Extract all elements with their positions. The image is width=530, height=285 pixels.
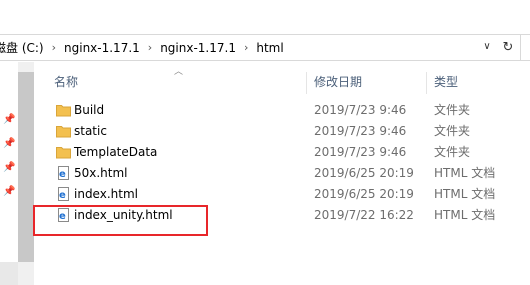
file-name: 50x.html: [74, 166, 128, 180]
file-row[interactable]: Build 2019/7/23 9:46 文件夹: [52, 100, 530, 121]
file-date: 2019/7/23 9:46: [314, 124, 407, 138]
file-type: HTML 文档: [434, 166, 496, 180]
file-name: static: [74, 124, 107, 138]
highlight-box: [33, 205, 208, 236]
file-type: HTML 文档: [434, 187, 496, 201]
folder-icon: [56, 103, 71, 117]
navigation-scrollbar-thumb[interactable]: [18, 72, 34, 262]
breadcrumb-nginx-inner[interactable]: nginx-1.17.1: [156, 41, 240, 55]
html-file-icon: e: [56, 187, 71, 201]
column-header-type[interactable]: 类型: [428, 70, 458, 94]
breadcrumb-separator-icon[interactable]: ›: [144, 41, 156, 54]
file-type: 文件夹: [434, 124, 471, 138]
column-divider[interactable]: [306, 72, 307, 94]
file-name: TemplateData: [74, 145, 158, 159]
file-name: index.html: [74, 187, 138, 201]
file-date: 2019/7/22 16:22: [314, 208, 414, 222]
column-divider[interactable]: [426, 72, 427, 94]
address-divider: [520, 35, 521, 60]
folder-icon: [56, 124, 71, 138]
breadcrumb-html[interactable]: html: [252, 41, 287, 55]
breadcrumb: 磁盘 (C:) › nginx-1.17.1 › nginx-1.17.1 › …: [0, 35, 288, 60]
file-date: 2019/7/23 9:46: [314, 103, 407, 117]
column-header-date[interactable]: 修改日期: [308, 70, 362, 94]
breadcrumb-drive[interactable]: 磁盘 (C:): [0, 39, 48, 56]
breadcrumb-nginx-outer[interactable]: nginx-1.17.1: [60, 41, 144, 55]
file-row[interactable]: TemplateData 2019/7/23 9:46 文件夹: [52, 142, 530, 163]
column-header-name[interactable]: 名称: [48, 70, 78, 94]
file-row[interactable]: e 50x.html 2019/6/25 20:19 HTML 文档: [52, 163, 530, 184]
pin-icon[interactable]: 📌: [3, 186, 15, 198]
pin-icon[interactable]: 📌: [3, 162, 15, 174]
folder-icon: [56, 145, 71, 159]
navigation-pane: 📌 📌 📌 📌: [0, 62, 34, 285]
file-date: 2019/6/25 20:19: [314, 187, 414, 201]
svg-text:e: e: [59, 169, 66, 180]
file-name: Build: [74, 103, 105, 117]
address-bar[interactable]: 磁盘 (C:) › nginx-1.17.1 › nginx-1.17.1 › …: [0, 34, 530, 61]
html-file-icon: e: [56, 166, 71, 180]
navigation-pane-item[interactable]: [0, 262, 18, 285]
refresh-icon[interactable]: ↻: [498, 38, 518, 58]
column-header: 名称 修改日期 类型: [34, 70, 530, 94]
file-list: ︿ 名称 修改日期 类型 Build 2019/7/23 9:46 文件夹 st…: [34, 62, 530, 285]
file-type: HTML 文档: [434, 208, 496, 222]
file-date: 2019/6/25 20:19: [314, 166, 414, 180]
address-history-chevron-icon[interactable]: ∨: [480, 41, 494, 55]
svg-text:e: e: [59, 190, 66, 201]
file-type: 文件夹: [434, 145, 471, 159]
breadcrumb-separator-icon[interactable]: ›: [48, 41, 60, 54]
file-row[interactable]: static 2019/7/23 9:46 文件夹: [52, 121, 530, 142]
file-date: 2019/7/23 9:46: [314, 145, 407, 159]
breadcrumb-separator-icon[interactable]: ›: [240, 41, 252, 54]
pin-icon[interactable]: 📌: [3, 138, 15, 150]
pin-icon[interactable]: 📌: [3, 114, 15, 126]
file-row[interactable]: e index.html 2019/6/25 20:19 HTML 文档: [52, 184, 530, 205]
file-type: 文件夹: [434, 103, 471, 117]
